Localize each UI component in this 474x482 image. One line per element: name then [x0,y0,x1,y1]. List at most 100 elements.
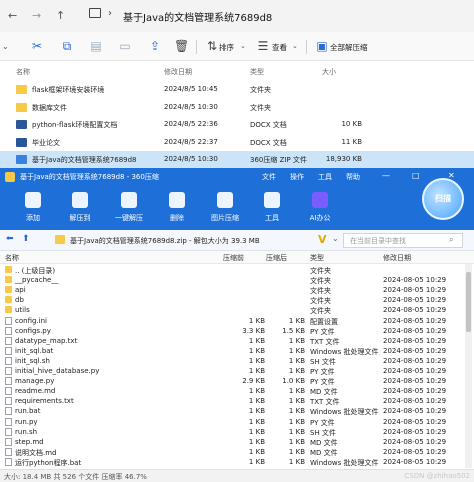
breadcrumb-chevron-icon: › [108,8,112,19]
zip-comp-size: 1 KB [288,437,305,446]
zip-row[interactable]: step.md 1 KB 1 KB MD 文件 2024-08-05 10:29 [0,437,474,447]
file-icon [5,427,12,436]
ai-office-label: AI办公 [309,214,331,222]
zip-orig-size: 1 KB [248,387,265,396]
sort-icon[interactable]: ⇅ [205,39,219,53]
zcol-date[interactable]: 修改日期 [383,253,411,263]
zcol-orig[interactable]: 压缩前 [223,253,244,263]
file-row[interactable]: 基于Java的文档管理系统7689d8 2024/8/5 10:30 360压缩 Z… [0,151,474,168]
scrollbar-thumb[interactable] [466,272,471,332]
zip-name: api [15,286,26,295]
sort-button[interactable]: 排序 [219,42,234,53]
extract-all-icon[interactable]: ▣ [315,39,329,53]
zip-row[interactable]: api 文件夹 2024-08-05 10:29 [0,285,474,295]
file-row[interactable]: python-flask环境配置文档 2024/8/5 22:36 DOCX 文档 1… [0,116,474,133]
zip-row[interactable]: init_sql.sh 1 KB 1 KB SH 文件 2024-08-05 10:29 [0,356,474,366]
share-icon[interactable]: ⇪ [148,39,162,53]
zip-title-bar: 基于Java的文档管理系统7689d8 - 360压缩 文件 操作 工具 帮助 … [0,168,474,186]
add-button[interactable]: 添加 [13,192,53,223]
file-type: 360压缩 ZIP 文件 [250,156,307,164]
view-button[interactable]: 查看 [272,42,287,53]
zip-orig-size: 2.9 KB [242,377,265,386]
file-row[interactable]: 毕业论文 2024/8/5 22:37 DOCX 文档 11 KB [0,134,474,151]
zip-row[interactable]: __pycache__ 文件夹 2024-08-05 10:29 [0,275,474,285]
zip-date: 2024-08-05 10:29 [383,316,447,325]
file-icon [5,377,12,386]
scrollbar[interactable] [465,264,472,468]
ai-office-button[interactable]: AI办公 [300,192,340,223]
zip-row[interactable]: run.py 1 KB 1 KB PY 文件 2024-08-05 10:29 [0,417,474,427]
copy-icon[interactable]: ⧉ [60,39,74,53]
file-row[interactable]: 数据库文件 2024/8/5 10:30 文件夹 [0,99,474,116]
search-icon[interactable]: ⌕ [449,235,453,245]
extract-all-button[interactable]: 全部解压缩 [330,42,368,53]
zip-app-icon [5,172,15,182]
back-icon[interactable]: ← [8,9,17,22]
column-type[interactable]: 类型 [250,67,264,77]
file-type: DOCX 文档 [250,138,287,147]
zip-orig-size: 1 KB [248,367,265,375]
zip-row[interactable]: .. (上级目录) 文件夹 [0,265,474,275]
menu-operate[interactable]: 操作 [290,172,304,182]
zip-row[interactable]: initial_hive_database.py 1 KB 1 KB PY 文件 202… [0,366,474,376]
zcol-type[interactable]: 类型 [310,253,324,263]
tools-button[interactable]: 工具 [252,192,292,223]
zip-row[interactable]: readme.md 1 KB 1 KB MD 文件 2024-08-05 10:29 [0,386,474,396]
menu-help[interactable]: 帮助 [346,172,360,182]
up-icon[interactable]: ↑ [56,9,65,22]
zip-toolbar: 添加 解压到 一键解压 删除 图片压缩 工具 AI办公 扫描 [0,178,474,230]
paste-icon[interactable]: ▤ [89,39,103,53]
quick-extract-button[interactable]: 一键解压 [109,192,149,223]
zip-row[interactable]: run.bat 1 KB 1 KB Windows 批处理文件 2024-08-05 1… [0,406,474,416]
view-chevron-icon[interactable]: ⌄ [292,42,298,50]
cut-icon[interactable]: ✂ [30,39,44,53]
column-name[interactable]: 名称 [16,67,30,77]
file-icon [5,417,12,426]
zip-row[interactable]: 运行python程序.bat 1 KB 1 KB Windows 批处理文件 2024-… [0,457,474,467]
delete-button[interactable]: 删除 [157,192,197,223]
file-name: 数据库文件 [32,103,67,112]
zip-row[interactable]: manage.py 2.9 KB 1.0 KB PY 文件 2024-08-05 10:… [0,376,474,386]
sort-chevron-icon[interactable]: ⌄ [240,42,246,50]
zip-row[interactable]: run.sh 1 KB 1 KB SH 文件 2024-08-05 10:29 [0,427,474,437]
column-size[interactable]: 大小 [322,67,336,77]
image-compress-button[interactable]: 图片压缩 [205,192,245,223]
forward-icon[interactable]: → [32,9,41,22]
zip-row[interactable]: utils 文件夹 2024-08-05 10:29 [0,305,474,315]
zip-row[interactable]: init_sql.bat 1 KB 1 KB Windows 批处理文件 2024-08… [0,346,474,356]
new-chevron-icon[interactable]: ⌄ [2,42,9,51]
file-icon [5,397,12,406]
rename-icon[interactable]: ▭ [118,39,132,53]
menu-file[interactable]: 文件 [262,172,276,182]
zip-row[interactable]: db 文件夹 2024-08-05 10:29 [0,295,474,305]
search-input[interactable]: 在当前目录中查找 ⌕ [343,233,463,248]
zip-row[interactable]: requirements.txt 1 KB 1 KB TXT 文件 2024-08-05… [0,396,474,406]
zip-address-bar: ⬅ ⬆ 基于Java的文档管理系统7689d8.zip - 解包大小为 39.3… [0,230,474,251]
view-icon[interactable]: ☰ [256,39,270,53]
zip-date: 2024-08-05 10:29 [383,276,447,285]
zcol-name[interactable]: 名称 [5,253,19,263]
delete-icon[interactable]: 🗑 [174,39,189,53]
column-date[interactable]: 修改日期 [164,67,192,77]
file-row[interactable]: flask框架环境安装环境 2024/8/5 10:45 文件夹 [0,81,474,98]
zip-row[interactable]: datatype_map.txt 1 KB 1 KB TXT 文件 2024-08-05… [0,336,474,346]
nav-back-icon[interactable]: ⬅ [6,234,14,244]
zip-row[interactable]: config.ini 1 KB 1 KB 配置设置 2024-08-05 10:29 [0,316,474,326]
minimize-icon[interactable]: — [382,171,390,180]
zip-row[interactable]: 说明文档.md 1 KB 1 KB MD 文件 2024-08-05 10:29 [0,447,474,457]
page-title[interactable]: 基于Java的文档管理系统7689d8 [123,9,272,24]
file-name: python-flask环境配置文档 [32,121,118,129]
dropdown-v-icon[interactable]: V [318,233,327,246]
tools-label: 工具 [265,214,279,222]
zip-row[interactable]: configs.py 3.3 KB 1.5 KB PY 文件 2024-08-05 10… [0,326,474,336]
scan-button[interactable]: 扫描 [422,178,464,220]
file-icon [5,447,12,456]
extract-to-button[interactable]: 解压到 [60,192,100,223]
menu-tools[interactable]: 工具 [318,172,332,182]
nav-up-icon[interactable]: ⬆ [22,234,30,244]
file-icon [5,356,12,365]
zcol-comp[interactable]: 压缩后 [266,253,287,263]
maximize-icon[interactable]: □ [412,171,420,180]
zip-column-header: 名称 压缩前 压缩后 类型 修改日期 [0,251,474,264]
address-chevron-icon[interactable]: ⌄ [332,234,339,243]
